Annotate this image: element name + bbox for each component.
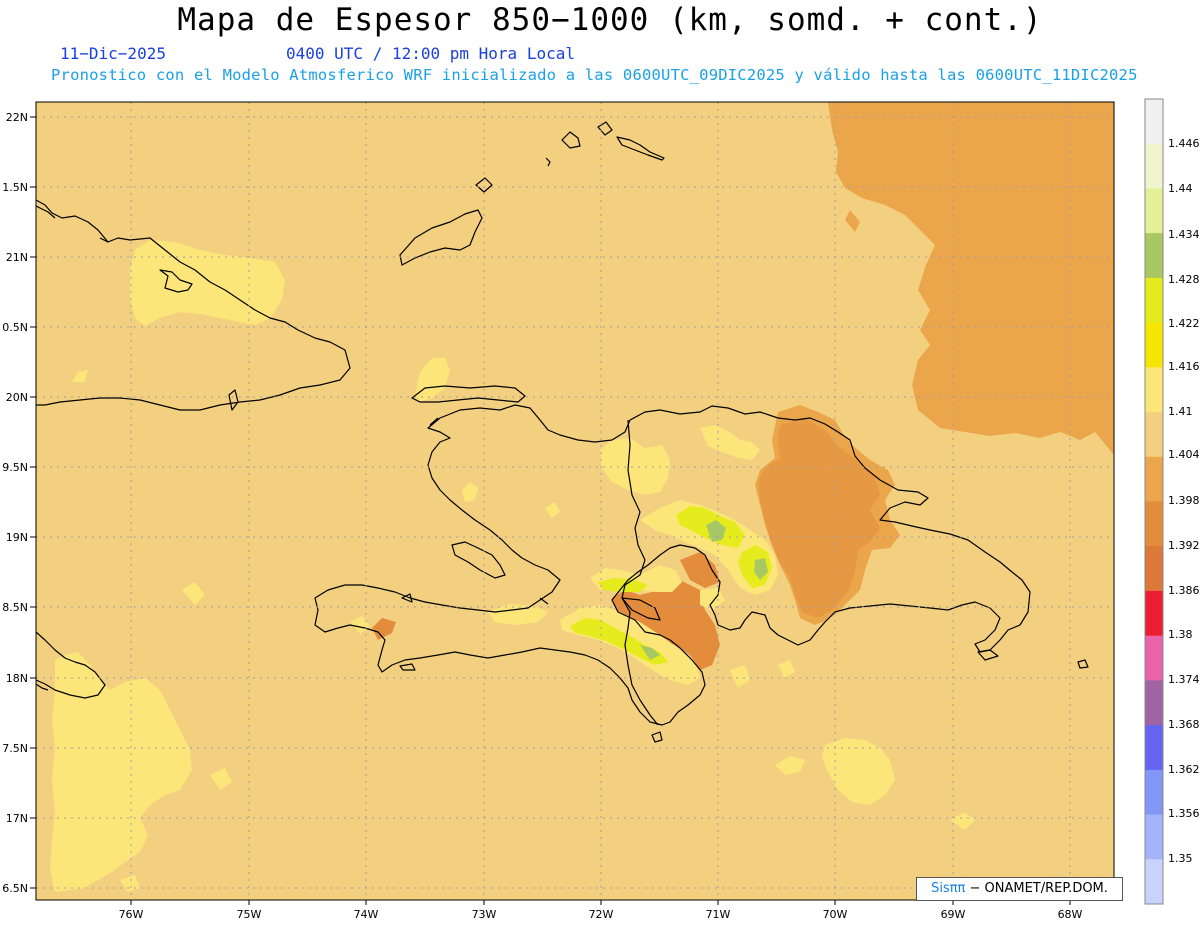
credit-box: Sisππ − ONAMET/REP.DOM. xyxy=(916,877,1123,901)
colorbar-label: 1.428 xyxy=(1168,273,1200,286)
longitude-axis: 76W 75W 74W 73W 72W 71W 70W 69W 68W xyxy=(119,900,1083,921)
colorbar-segment xyxy=(1145,814,1163,860)
lon-label: 75W xyxy=(237,908,262,921)
forecast-date: 11−Dic−2025 xyxy=(60,44,166,63)
lon-label: 76W xyxy=(119,908,144,921)
colorbar-label: 1.44 xyxy=(1168,182,1193,195)
colorbar-label: 1.35 xyxy=(1168,852,1193,865)
colorbar-segment xyxy=(1145,456,1163,502)
colorbar-segment xyxy=(1145,143,1163,189)
colorbar-label: 1.38 xyxy=(1168,628,1193,641)
colorbar-label: 1.398 xyxy=(1168,494,1200,507)
credit-org: − ONAMET/REP.DOM. xyxy=(969,881,1108,896)
lat-label: 18N xyxy=(6,672,28,685)
colorbar-segment xyxy=(1145,188,1163,234)
colorbar-label: 1.386 xyxy=(1168,584,1200,597)
lat-label: 20N xyxy=(6,391,28,404)
colorbar-segment xyxy=(1145,501,1163,547)
lat-label: 22N xyxy=(6,111,28,124)
lat-label: 21N xyxy=(6,251,28,264)
lat-label: 8.5N xyxy=(2,601,28,614)
colorbar-label: 1.404 xyxy=(1168,448,1200,461)
colorbar-segment xyxy=(1145,277,1163,324)
lon-label: 68W xyxy=(1058,908,1083,921)
colorbar-label: 1.416 xyxy=(1168,360,1200,373)
colorbar-segment xyxy=(1145,367,1163,413)
colorbar-segment xyxy=(1145,412,1163,458)
thickness-map: 22N 1.5N 21N 0.5N 20N 9.5N 19N 8.5N 18N … xyxy=(2,98,1200,921)
colorbar-label: 1.374 xyxy=(1168,673,1200,686)
lat-label: 1.5N xyxy=(2,181,28,194)
colorbar-segment xyxy=(1145,680,1163,726)
lat-label: 7.5N xyxy=(2,742,28,755)
lat-label: 6.5N xyxy=(2,882,28,895)
lat-label: 9.5N xyxy=(2,461,28,474)
colorbar-label: 1.446 xyxy=(1168,137,1200,150)
colorbar-segment xyxy=(1145,322,1163,368)
colorbar-segment xyxy=(1145,725,1163,771)
sis-logo-text: Sisππ xyxy=(931,881,966,896)
lat-label: 0.5N xyxy=(2,321,28,334)
colorbar-label: 1.434 xyxy=(1168,228,1200,241)
lon-label: 71W xyxy=(706,908,731,921)
colorbar-label: 1.362 xyxy=(1168,763,1200,776)
latitude-axis: 22N 1.5N 21N 0.5N 20N 9.5N 19N 8.5N 18N … xyxy=(2,111,36,895)
lat-label: 17N xyxy=(6,812,28,825)
lon-label: 69W xyxy=(941,908,966,921)
map-title: Mapa de Espesor 850−1000 (km, somd. + co… xyxy=(177,2,1043,38)
colorbar-label: 1.422 xyxy=(1168,317,1200,330)
colorbar-segment xyxy=(1145,635,1163,681)
colorbar-segment xyxy=(1145,546,1163,592)
colorbar-label: 1.368 xyxy=(1168,718,1200,731)
forecast-time: 0400 UTC / 12:00 pm Hora Local xyxy=(286,44,575,63)
colorbar-segment xyxy=(1145,233,1163,279)
lat-label: 19N xyxy=(6,531,28,544)
lon-label: 73W xyxy=(472,908,497,921)
colorbar: 1.446 1.44 1.434 1.428 1.422 1.416 1.41 … xyxy=(1144,98,1200,905)
colorbar-segments xyxy=(1145,99,1163,905)
lon-label: 70W xyxy=(823,908,848,921)
colorbar-segment xyxy=(1145,859,1163,905)
colorbar-segment xyxy=(1145,99,1163,145)
colorbar-labels: 1.446 1.44 1.434 1.428 1.422 1.416 1.41 … xyxy=(1168,137,1200,865)
colorbar-label: 1.392 xyxy=(1168,539,1200,552)
forecast-info: Pronostico con el Modelo Atmosferico WRF… xyxy=(51,66,1138,84)
colorbar-label: 1.41 xyxy=(1168,405,1193,418)
colorbar-segment xyxy=(1145,769,1163,816)
colorbar-label: 1.356 xyxy=(1168,807,1200,820)
colorbar-segment xyxy=(1145,590,1163,637)
lon-label: 74W xyxy=(354,908,379,921)
lon-label: 72W xyxy=(589,908,614,921)
